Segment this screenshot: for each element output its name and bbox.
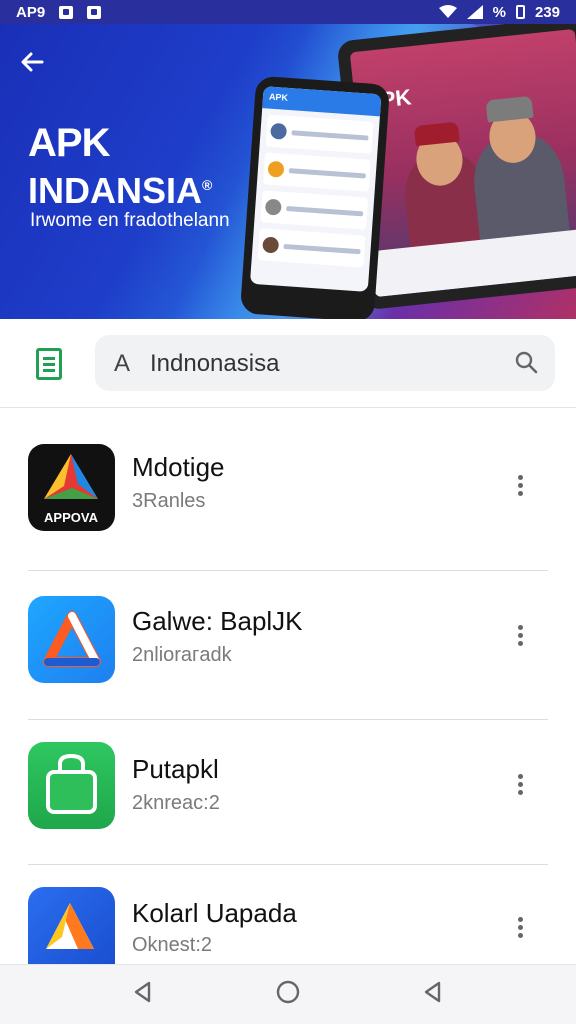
- home-nav-icon[interactable]: [273, 977, 303, 1007]
- document-icon[interactable]: [36, 348, 62, 380]
- phone-list-row: [257, 228, 366, 268]
- blue-prism-app-icon[interactable]: [28, 887, 115, 964]
- back-arrow-icon[interactable]: [18, 48, 46, 76]
- percent-label: %: [492, 3, 506, 21]
- app-subtitle: Oknest:2: [132, 934, 213, 956]
- more-options-icon[interactable]: [510, 771, 530, 799]
- notification-icon: [59, 5, 74, 19]
- blue-triangle-app-icon[interactable]: [28, 596, 115, 683]
- recents-nav-icon[interactable]: [418, 977, 448, 1007]
- phone-header: APK: [262, 86, 382, 117]
- hero-title-line1: APK: [28, 121, 110, 165]
- search-prefix-icon: A: [114, 350, 131, 377]
- phone-mockup: APK: [239, 75, 391, 319]
- tri-color-app-icon[interactable]: APPOVA: [28, 444, 115, 531]
- phone-list-row: [265, 114, 374, 154]
- signal-icon: [466, 5, 483, 19]
- phone-list-row: [260, 190, 369, 230]
- phone-screen: APK: [249, 86, 382, 292]
- notification-icon-2: [87, 5, 102, 19]
- divider: [28, 719, 548, 720]
- app-subtitle: 2nliorагadk: [132, 644, 232, 666]
- wifi-icon: [438, 5, 457, 18]
- app-subtitle: 2knreac:2: [132, 792, 220, 814]
- hero-subtitle: Irwome en fradothelann: [30, 210, 230, 231]
- status-app-label: AP9: [16, 3, 46, 21]
- search-icon[interactable]: [514, 350, 538, 374]
- app-subtitle: 3Ranles: [132, 490, 206, 512]
- search-query[interactable]: Indnonasisa: [150, 350, 279, 378]
- green-bag-app-icon[interactable]: [28, 742, 115, 829]
- app-name: Putapkl: [132, 754, 219, 784]
- more-options-icon[interactable]: [510, 914, 530, 942]
- divider: [28, 864, 548, 865]
- app-name: Kolarl Uapada: [132, 898, 297, 928]
- more-options-icon[interactable]: [510, 622, 530, 650]
- more-options-icon[interactable]: [510, 472, 530, 500]
- app-name: Galwe: BaplJK: [132, 606, 303, 636]
- back-nav-icon[interactable]: [128, 977, 158, 1007]
- svg-text:APPOVA: APPOVA: [44, 510, 99, 525]
- phone-list-row: [262, 152, 371, 192]
- hero-title: APK INDANSIA®: [28, 122, 212, 212]
- hero-banner: APK APK APK INDANSIA® Irwome en fradothe…: [0, 24, 576, 319]
- hero-title-line2: INDANSIA®: [28, 170, 213, 211]
- status-bar: AP9 % 239: [0, 0, 576, 24]
- battery-icon: [515, 5, 525, 19]
- divider: [28, 570, 548, 571]
- status-time: 239: [534, 3, 560, 21]
- app-name: Mdotige: [132, 452, 225, 482]
